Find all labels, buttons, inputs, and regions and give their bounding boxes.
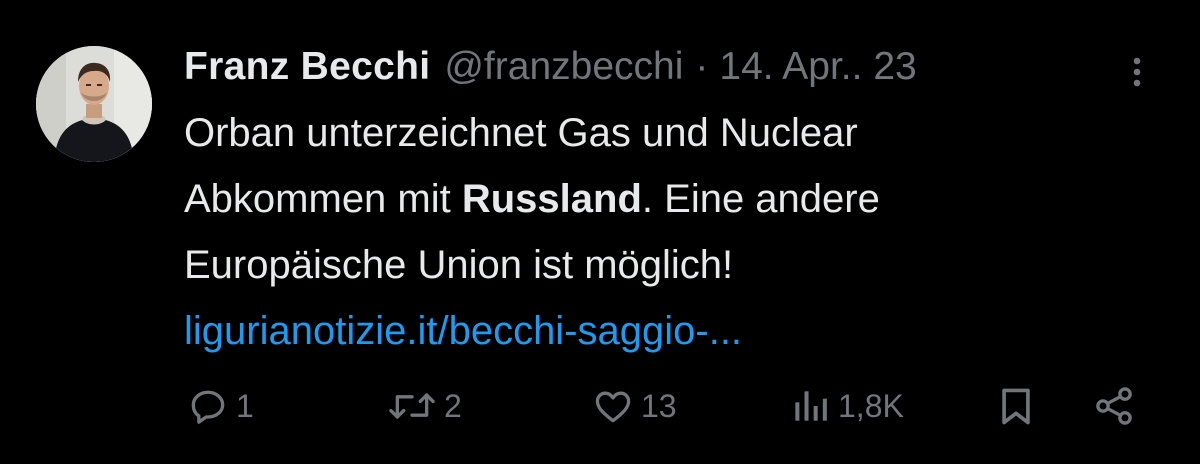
avatar[interactable] [36,46,152,162]
more-options-button[interactable] [1122,52,1152,92]
tweet-card[interactable]: Franz Becchi @franzbecchi · 14. Apr.. 23… [0,0,1200,464]
tweet-text-line-2: Abkommen mit Russland. Eine andere [184,166,1164,232]
tweet-date[interactable]: 14. Apr.. 23 [719,45,916,89]
views-icon [795,391,827,421]
bookmark-button[interactable] [994,376,1038,436]
tweet-text-suffix: . Eine andere [641,177,880,221]
tweet-text: Orban unterzeichnet Gas und Nuclear Abko… [184,100,1164,364]
tweet-text-bold: Russland [461,177,642,221]
share-icon [1096,387,1132,425]
tweet-link[interactable]: ligurianotizie.it/becchi-saggio-... [184,298,1164,364]
more-vertical-icon [1133,57,1141,87]
header-separator: · [695,45,709,88]
author-handle[interactable]: @franzbecchi [444,45,683,89]
reply-button[interactable]: 1 [186,376,254,436]
retweet-count: 2 [444,387,462,424]
tweet-text-line-3: Europäische Union ist möglich! [184,243,734,287]
author-name[interactable]: Franz Becchi [184,45,430,89]
like-count: 13 [641,387,677,424]
reply-icon [191,390,225,424]
avatar-image [36,46,152,162]
share-button[interactable] [1092,376,1136,436]
heart-icon [595,391,631,423]
retweet-icon [389,393,435,419]
like-button[interactable]: 13 [591,376,677,436]
retweet-button[interactable]: 2 [386,376,462,436]
tweet-text-line-1: Orban unterzeichnet Gas und Nuclear [184,111,858,155]
views-count: 1,8K [838,387,904,424]
tweet-header: Franz Becchi @franzbecchi · 14. Apr.. 23 [184,40,917,94]
tweet-text-prefix: Abkommen mit [184,177,462,221]
tweet-actions: 1 2 13 1,8K [186,376,1146,436]
views-button[interactable]: 1,8K [788,376,904,436]
bookmark-icon [1002,388,1030,425]
reply-count: 1 [236,387,254,424]
